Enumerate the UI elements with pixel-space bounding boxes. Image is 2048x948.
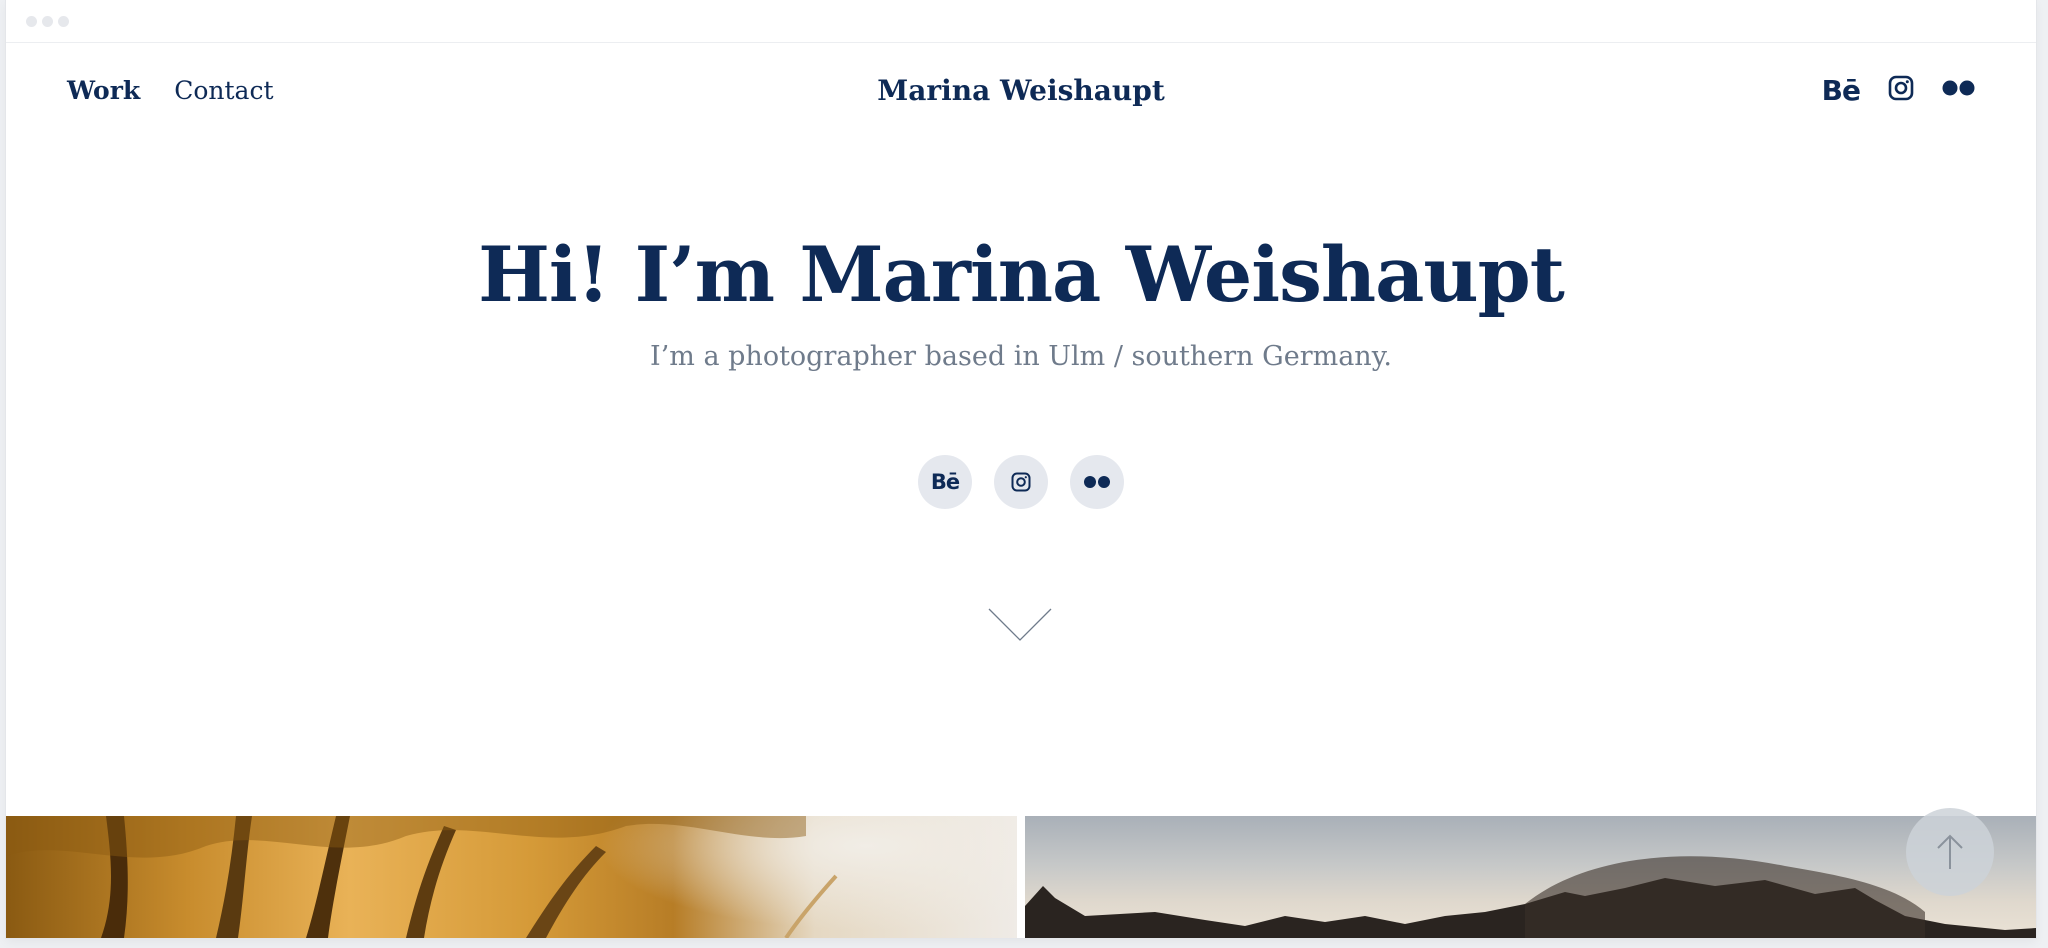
hero-social-buttons: Bē [6, 455, 2036, 509]
gallery-image-forest[interactable] [6, 816, 1017, 938]
arrow-up-icon [1937, 834, 1963, 869]
chevron-down-icon[interactable] [988, 607, 1052, 648]
window-dot [26, 15, 37, 27]
flickr-icon[interactable] [1942, 79, 1976, 102]
gallery-image-mountains[interactable] [1025, 816, 2036, 938]
hero-title: Hi! I’m Marina Weishaupt [478, 230, 1565, 319]
top-navigation: Work Contact Marina Weishaupt Bē [6, 60, 2036, 120]
window-dot [58, 15, 69, 27]
window-chrome [6, 0, 2036, 43]
behance-icon[interactable]: Bē [1822, 74, 1861, 107]
flickr-button[interactable] [1070, 455, 1124, 509]
behance-button[interactable]: Bē [918, 455, 972, 509]
work-gallery [6, 816, 2036, 938]
browser-window: Work Contact Marina Weishaupt Bē Hi! I’m… [6, 0, 2036, 938]
nav-social-icons: Bē [1822, 74, 1976, 107]
behance-icon: Bē [930, 470, 960, 494]
instagram-icon [1011, 472, 1031, 492]
window-dot [42, 15, 53, 27]
instagram-icon[interactable] [1888, 75, 1914, 106]
site-brand[interactable]: Marina Weishaupt [6, 74, 2036, 107]
instagram-button[interactable] [994, 455, 1048, 509]
hero-section: Hi! I’m Marina Weishaupt I’m a photograp… [6, 230, 2036, 372]
scroll-to-top-button[interactable] [1906, 808, 1994, 896]
flickr-icon [1084, 476, 1110, 488]
hero-subtitle: I’m a photographer based in Ulm / southe… [650, 341, 1392, 372]
